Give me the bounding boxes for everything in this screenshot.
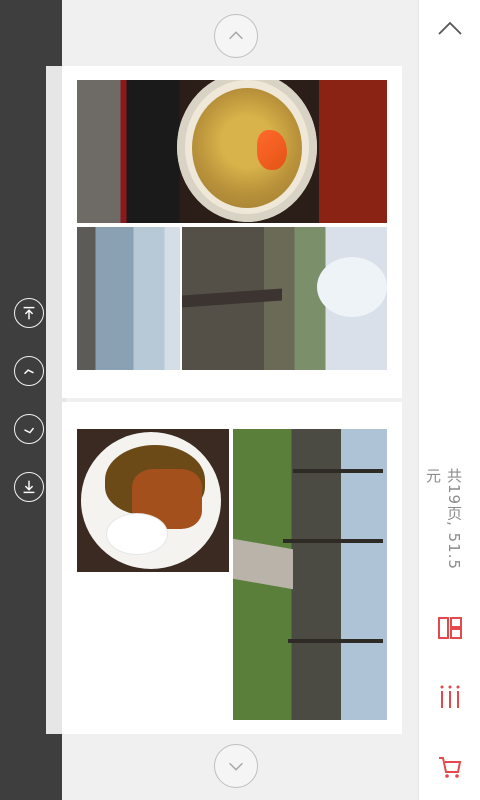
right-panel: 共19页, 51.5元 [418, 0, 480, 800]
photo-railway[interactable] [182, 227, 387, 370]
chevron-down-circle-icon[interactable] [214, 744, 258, 788]
garnish [257, 130, 287, 170]
rail-beam [182, 288, 282, 308]
album-page-1[interactable] [62, 66, 402, 398]
rice [107, 514, 167, 554]
tree-branch [293, 469, 383, 473]
jump-last-icon[interactable] [14, 472, 44, 502]
chevron-up-circle-icon[interactable] [214, 14, 258, 58]
park-path [233, 538, 293, 590]
next-page-icon[interactable] [14, 414, 44, 444]
photo-trees[interactable] [233, 429, 387, 720]
tree-branch [283, 539, 383, 543]
price-summary: 共19页, 51.5元 [424, 468, 463, 571]
tree-branch [288, 639, 383, 643]
list-icon[interactable] [436, 684, 464, 712]
cloud [317, 257, 387, 317]
photo-sea[interactable] [77, 227, 180, 370]
prev-page-icon[interactable] [14, 356, 44, 386]
chevron-up-icon[interactable] [435, 14, 465, 44]
layout-icon[interactable] [436, 614, 464, 642]
photo-curry[interactable] [77, 429, 229, 572]
album-page-2[interactable] [62, 402, 402, 734]
photo-ramen[interactable] [77, 80, 387, 223]
jump-first-icon[interactable] [14, 298, 44, 328]
cart-icon[interactable] [436, 752, 464, 780]
